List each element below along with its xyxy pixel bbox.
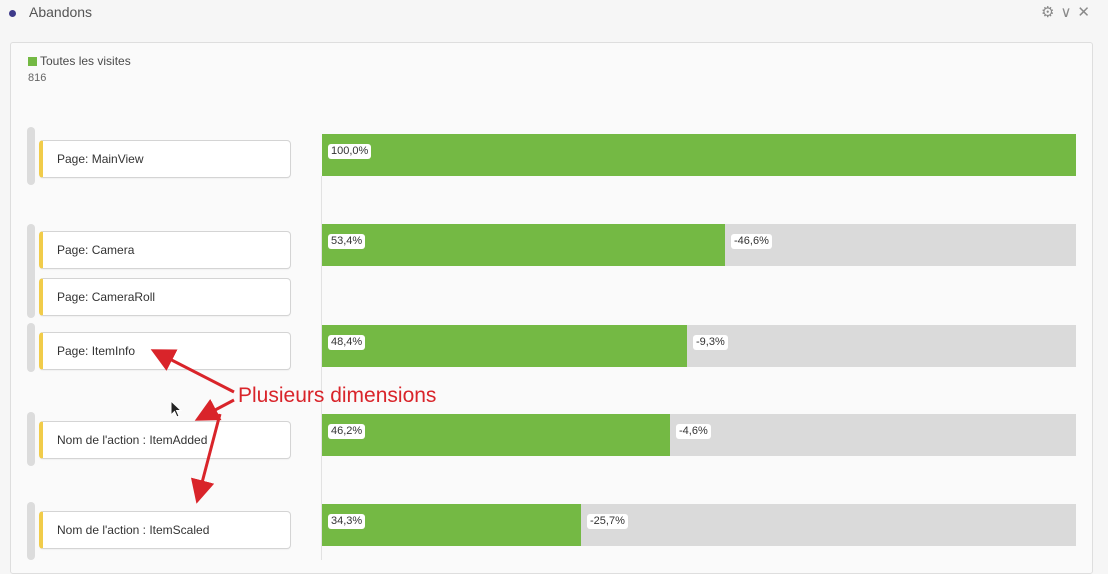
annotation-arrows bbox=[150, 349, 235, 504]
arrow-to-itemadded bbox=[194, 398, 235, 421]
arrow-to-iteminfo bbox=[150, 349, 235, 394]
arrow-to-itemscaled bbox=[190, 413, 222, 504]
mouse-cursor-icon bbox=[170, 400, 183, 418]
